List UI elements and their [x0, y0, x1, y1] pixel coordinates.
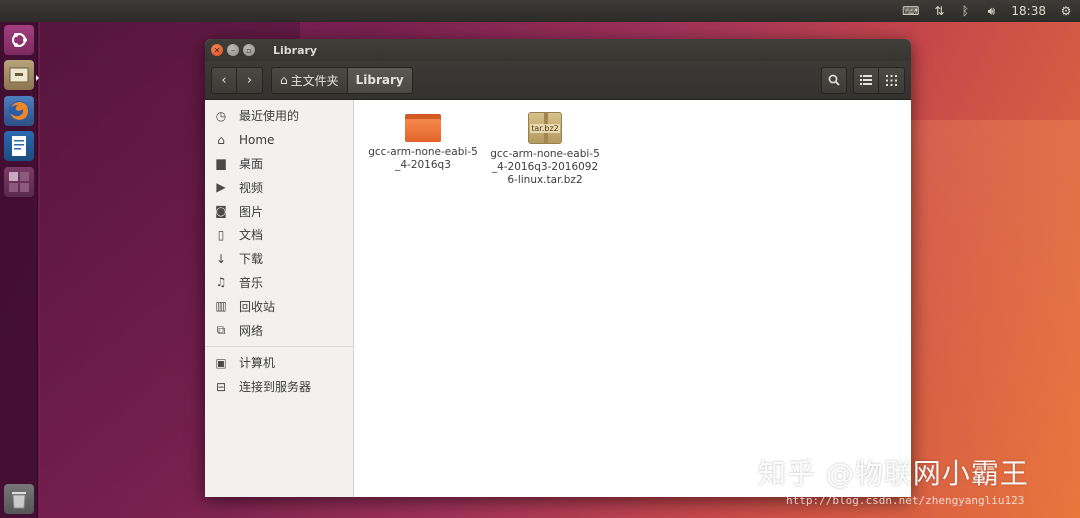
sidebar-item-label: 网络 [239, 323, 264, 338]
minimize-icon[interactable]: – [227, 44, 239, 56]
download-icon: ↓ [215, 251, 227, 266]
breadcrumb-current-label: Library [355, 73, 404, 87]
trash-icon: ▥ [215, 299, 227, 314]
document-icon: ▯ [217, 227, 225, 242]
search-icon [828, 74, 840, 86]
breadcrumb-current[interactable]: Library [347, 66, 413, 94]
forward-button[interactable]: › [237, 66, 263, 94]
file-view[interactable]: gcc-arm-none-eabi-5_4-2016q3 tar.bz2 gcc… [354, 100, 911, 497]
archive-badge: tar.bz2 [530, 123, 560, 133]
top-panel: ⌨ ⇅ ᛒ 🔊︎ 18:38 ⚙ [0, 0, 1080, 22]
music-icon: ♫ [215, 275, 227, 290]
sidebar-item-pictures[interactable]: ◙ 图片 [205, 199, 353, 223]
file-item-archive[interactable]: tar.bz2 gcc-arm-none-eabi-5_4-2016q3-201… [490, 112, 600, 187]
sidebar-item-downloads[interactable]: ↓ 下载 [205, 247, 353, 271]
sidebar-item-connect-server[interactable]: ⊟ 连接到服务器 [205, 375, 353, 399]
places-sidebar: ◷ 最近使用的 ⌂ Home ▆ 桌面 ▶ 视频 ◙ 图片 ▯ 文档 ↓ 下载 … [205, 100, 354, 497]
zhihu-watermark: 知乎 @物联网小霸王 [758, 457, 1029, 490]
maximize-icon[interactable]: ▫ [243, 44, 255, 56]
bluetooth-icon[interactable]: ᛒ [959, 3, 971, 19]
breadcrumb-home-label: 主文件夹 [290, 73, 339, 88]
video-icon: ▶ [216, 180, 226, 195]
sidebar-item-home[interactable]: ⌂ Home [205, 128, 353, 152]
file-manager-window: ✕ – ▫ Library ‹ › ⌂ 主文件夹 Library ◷ 最近使用的 [205, 39, 911, 497]
trash-icon[interactable] [4, 484, 34, 514]
firefox-icon[interactable] [4, 96, 34, 126]
volume-icon[interactable]: 🔊︎ [985, 3, 997, 19]
file-name: gcc-arm-none-eabi-5_4-2016q3-20160926-li… [490, 148, 600, 186]
list-view-button[interactable] [853, 66, 879, 94]
clock-icon: ◷ [215, 108, 227, 123]
file-name: gcc-arm-none-eabi-5_4-2016q3 [368, 146, 478, 171]
sidebar-item-label: 回收站 [239, 299, 276, 314]
desktop-folder-icon: ▆ [216, 156, 226, 171]
breadcrumb-home[interactable]: ⌂ 主文件夹 [271, 66, 348, 94]
network-updown-icon[interactable]: ⇅ [933, 3, 945, 19]
search-button[interactable] [821, 66, 847, 94]
sidebar-item-documents[interactable]: ▯ 文档 [205, 223, 353, 247]
home-icon: ⌂ [217, 132, 225, 147]
window-title: Library [273, 43, 318, 57]
sidebar-item-label: 计算机 [239, 356, 276, 371]
chevron-left-icon: ‹ [221, 72, 227, 88]
workspace-switcher-icon[interactable] [4, 167, 34, 197]
sidebar-divider [205, 345, 353, 347]
sidebar-item-label: 图片 [239, 204, 264, 219]
keyboard-icon[interactable]: ⌨ [902, 3, 919, 19]
sidebar-item-label: 下载 [239, 252, 264, 267]
window-titlebar[interactable]: ✕ – ▫ Library [205, 39, 911, 61]
toolbar: ‹ › ⌂ 主文件夹 Library [205, 61, 911, 100]
folder-icon [405, 112, 441, 142]
archive-icon: tar.bz2 [528, 112, 562, 144]
sidebar-item-label: 连接到服务器 [239, 380, 312, 395]
sidebar-item-network[interactable]: ⧉ 网络 [205, 318, 353, 342]
files-icon[interactable] [4, 60, 34, 90]
network-icon: ⧉ [216, 322, 226, 337]
grid-view-icon [886, 74, 897, 86]
csdn-watermark: http://blog.csdn.net/zhengyangliu123 [786, 494, 1025, 507]
running-indicator [36, 75, 39, 81]
back-button[interactable]: ‹ [211, 66, 237, 94]
sidebar-item-label: 视频 [239, 180, 264, 195]
sidebar-item-recent[interactable]: ◷ 最近使用的 [205, 104, 353, 128]
sidebar-item-label: Home [239, 132, 275, 147]
clock-time[interactable]: 18:38 [1011, 3, 1046, 19]
writer-icon[interactable] [4, 131, 34, 161]
sidebar-item-computer[interactable]: ▣ 计算机 [205, 351, 353, 375]
sidebar-item-label: 文档 [239, 228, 264, 243]
file-item-folder[interactable]: gcc-arm-none-eabi-5_4-2016q3 [368, 112, 478, 172]
camera-icon: ◙ [215, 204, 227, 219]
chevron-right-icon: › [246, 72, 253, 88]
launcher [0, 22, 39, 518]
server-icon: ⊟ [215, 379, 227, 394]
grid-view-button[interactable] [879, 66, 905, 94]
home-icon: ⌂ [280, 73, 288, 87]
sidebar-item-label: 音乐 [239, 275, 264, 290]
sidebar-item-videos[interactable]: ▶ 视频 [205, 175, 353, 199]
sidebar-item-label: 最近使用的 [239, 109, 300, 124]
ubuntu-dash-icon[interactable] [4, 25, 34, 55]
gear-icon[interactable]: ⚙ [1060, 3, 1072, 19]
close-icon[interactable]: ✕ [211, 44, 223, 56]
sidebar-item-trash[interactable]: ▥ 回收站 [205, 294, 353, 318]
sidebar-item-label: 桌面 [239, 156, 264, 171]
sidebar-item-music[interactable]: ♫ 音乐 [205, 271, 353, 295]
list-view-icon [860, 75, 872, 85]
sidebar-item-desktop[interactable]: ▆ 桌面 [205, 152, 353, 176]
computer-icon: ▣ [215, 355, 227, 370]
